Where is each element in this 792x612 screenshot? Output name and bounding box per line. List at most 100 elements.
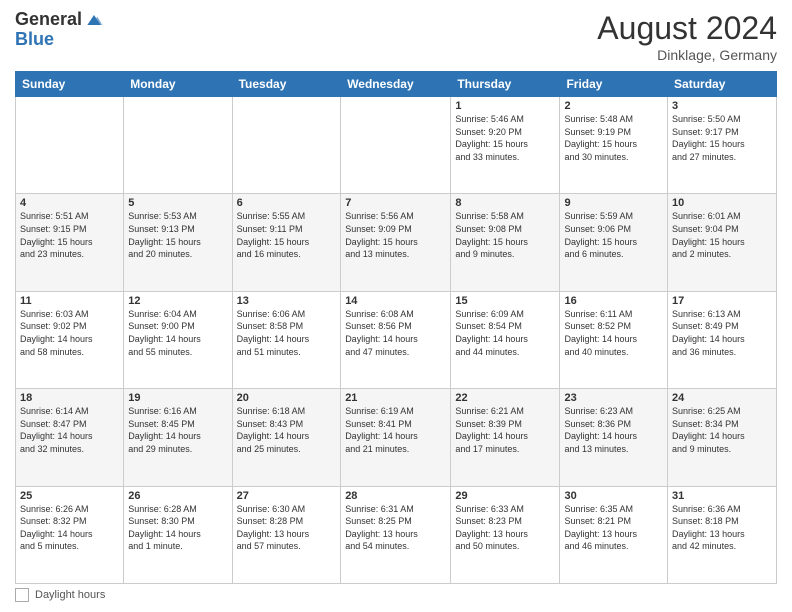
table-row: 2Sunrise: 5:48 AM Sunset: 9:19 PM Daylig… bbox=[560, 97, 668, 194]
day-number: 2 bbox=[564, 100, 663, 112]
table-row: 11Sunrise: 6:03 AM Sunset: 9:02 PM Dayli… bbox=[16, 291, 124, 388]
day-number: 15 bbox=[455, 295, 555, 307]
day-number: 14 bbox=[345, 295, 446, 307]
table-row: 28Sunrise: 6:31 AM Sunset: 8:25 PM Dayli… bbox=[341, 486, 451, 583]
day-number: 5 bbox=[128, 197, 227, 209]
day-info: Sunrise: 6:26 AM Sunset: 8:32 PM Dayligh… bbox=[20, 503, 119, 553]
col-monday: Monday bbox=[124, 72, 232, 97]
table-row: 31Sunrise: 6:36 AM Sunset: 8:18 PM Dayli… bbox=[668, 486, 777, 583]
col-friday: Friday bbox=[560, 72, 668, 97]
table-row: 4Sunrise: 5:51 AM Sunset: 9:15 PM Daylig… bbox=[16, 194, 124, 291]
day-info: Sunrise: 6:25 AM Sunset: 8:34 PM Dayligh… bbox=[672, 405, 772, 455]
table-row: 12Sunrise: 6:04 AM Sunset: 9:00 PM Dayli… bbox=[124, 291, 232, 388]
footer-label: Daylight hours bbox=[35, 589, 105, 601]
day-info: Sunrise: 5:50 AM Sunset: 9:17 PM Dayligh… bbox=[672, 113, 772, 163]
month-year: August 2024 bbox=[597, 10, 777, 47]
table-row: 26Sunrise: 6:28 AM Sunset: 8:30 PM Dayli… bbox=[124, 486, 232, 583]
col-tuesday: Tuesday bbox=[232, 72, 341, 97]
table-row: 22Sunrise: 6:21 AM Sunset: 8:39 PM Dayli… bbox=[451, 389, 560, 486]
day-number: 7 bbox=[345, 197, 446, 209]
calendar-week-row: 11Sunrise: 6:03 AM Sunset: 9:02 PM Dayli… bbox=[16, 291, 777, 388]
logo-blue: Blue bbox=[15, 30, 104, 50]
day-number: 17 bbox=[672, 295, 772, 307]
table-row: 15Sunrise: 6:09 AM Sunset: 8:54 PM Dayli… bbox=[451, 291, 560, 388]
day-info: Sunrise: 6:36 AM Sunset: 8:18 PM Dayligh… bbox=[672, 503, 772, 553]
title-section: August 2024 Dinklage, Germany bbox=[597, 10, 777, 63]
day-info: Sunrise: 6:11 AM Sunset: 8:52 PM Dayligh… bbox=[564, 308, 663, 358]
logo: General Blue bbox=[15, 10, 104, 50]
table-row: 6Sunrise: 5:55 AM Sunset: 9:11 PM Daylig… bbox=[232, 194, 341, 291]
day-number: 12 bbox=[128, 295, 227, 307]
day-number: 27 bbox=[237, 490, 337, 502]
table-row: 23Sunrise: 6:23 AM Sunset: 8:36 PM Dayli… bbox=[560, 389, 668, 486]
day-number: 11 bbox=[20, 295, 119, 307]
day-number: 3 bbox=[672, 100, 772, 112]
table-row: 25Sunrise: 6:26 AM Sunset: 8:32 PM Dayli… bbox=[16, 486, 124, 583]
day-number: 30 bbox=[564, 490, 663, 502]
footer: Daylight hours bbox=[15, 588, 777, 602]
day-info: Sunrise: 5:48 AM Sunset: 9:19 PM Dayligh… bbox=[564, 113, 663, 163]
table-row: 14Sunrise: 6:08 AM Sunset: 8:56 PM Dayli… bbox=[341, 291, 451, 388]
table-row: 3Sunrise: 5:50 AM Sunset: 9:17 PM Daylig… bbox=[668, 97, 777, 194]
day-info: Sunrise: 5:59 AM Sunset: 9:06 PM Dayligh… bbox=[564, 210, 663, 260]
table-row: 24Sunrise: 6:25 AM Sunset: 8:34 PM Dayli… bbox=[668, 389, 777, 486]
table-row bbox=[124, 97, 232, 194]
day-info: Sunrise: 6:16 AM Sunset: 8:45 PM Dayligh… bbox=[128, 405, 227, 455]
col-sunday: Sunday bbox=[16, 72, 124, 97]
col-wednesday: Wednesday bbox=[341, 72, 451, 97]
day-info: Sunrise: 6:14 AM Sunset: 8:47 PM Dayligh… bbox=[20, 405, 119, 455]
day-number: 6 bbox=[237, 197, 337, 209]
table-row: 9Sunrise: 5:59 AM Sunset: 9:06 PM Daylig… bbox=[560, 194, 668, 291]
day-info: Sunrise: 6:21 AM Sunset: 8:39 PM Dayligh… bbox=[455, 405, 555, 455]
page: General Blue August 2024 Dinklage, Germa… bbox=[0, 0, 792, 612]
table-row: 16Sunrise: 6:11 AM Sunset: 8:52 PM Dayli… bbox=[560, 291, 668, 388]
table-row: 7Sunrise: 5:56 AM Sunset: 9:09 PM Daylig… bbox=[341, 194, 451, 291]
table-row: 20Sunrise: 6:18 AM Sunset: 8:43 PM Dayli… bbox=[232, 389, 341, 486]
day-info: Sunrise: 6:18 AM Sunset: 8:43 PM Dayligh… bbox=[237, 405, 337, 455]
calendar-week-row: 1Sunrise: 5:46 AM Sunset: 9:20 PM Daylig… bbox=[16, 97, 777, 194]
calendar-week-row: 4Sunrise: 5:51 AM Sunset: 9:15 PM Daylig… bbox=[16, 194, 777, 291]
day-number: 1 bbox=[455, 100, 555, 112]
day-info: Sunrise: 5:46 AM Sunset: 9:20 PM Dayligh… bbox=[455, 113, 555, 163]
day-number: 20 bbox=[237, 392, 337, 404]
calendar-week-row: 18Sunrise: 6:14 AM Sunset: 8:47 PM Dayli… bbox=[16, 389, 777, 486]
day-number: 28 bbox=[345, 490, 446, 502]
table-row: 1Sunrise: 5:46 AM Sunset: 9:20 PM Daylig… bbox=[451, 97, 560, 194]
table-row: 21Sunrise: 6:19 AM Sunset: 8:41 PM Dayli… bbox=[341, 389, 451, 486]
table-row: 29Sunrise: 6:33 AM Sunset: 8:23 PM Dayli… bbox=[451, 486, 560, 583]
day-number: 26 bbox=[128, 490, 227, 502]
day-number: 9 bbox=[564, 197, 663, 209]
day-number: 22 bbox=[455, 392, 555, 404]
table-row: 17Sunrise: 6:13 AM Sunset: 8:49 PM Dayli… bbox=[668, 291, 777, 388]
day-info: Sunrise: 6:31 AM Sunset: 8:25 PM Dayligh… bbox=[345, 503, 446, 553]
day-number: 4 bbox=[20, 197, 119, 209]
table-row: 18Sunrise: 6:14 AM Sunset: 8:47 PM Dayli… bbox=[16, 389, 124, 486]
day-info: Sunrise: 6:30 AM Sunset: 8:28 PM Dayligh… bbox=[237, 503, 337, 553]
day-info: Sunrise: 6:35 AM Sunset: 8:21 PM Dayligh… bbox=[564, 503, 663, 553]
day-info: Sunrise: 6:01 AM Sunset: 9:04 PM Dayligh… bbox=[672, 210, 772, 260]
day-number: 16 bbox=[564, 295, 663, 307]
day-number: 23 bbox=[564, 392, 663, 404]
table-row: 8Sunrise: 5:58 AM Sunset: 9:08 PM Daylig… bbox=[451, 194, 560, 291]
header: General Blue August 2024 Dinklage, Germa… bbox=[15, 10, 777, 63]
table-row bbox=[232, 97, 341, 194]
day-number: 25 bbox=[20, 490, 119, 502]
table-row bbox=[341, 97, 451, 194]
day-number: 24 bbox=[672, 392, 772, 404]
day-info: Sunrise: 6:09 AM Sunset: 8:54 PM Dayligh… bbox=[455, 308, 555, 358]
day-number: 21 bbox=[345, 392, 446, 404]
logo-icon bbox=[84, 10, 104, 30]
day-info: Sunrise: 6:28 AM Sunset: 8:30 PM Dayligh… bbox=[128, 503, 227, 553]
day-number: 10 bbox=[672, 197, 772, 209]
calendar: Sunday Monday Tuesday Wednesday Thursday… bbox=[15, 71, 777, 584]
day-info: Sunrise: 6:08 AM Sunset: 8:56 PM Dayligh… bbox=[345, 308, 446, 358]
calendar-week-row: 25Sunrise: 6:26 AM Sunset: 8:32 PM Dayli… bbox=[16, 486, 777, 583]
footer-box bbox=[15, 588, 29, 602]
day-number: 8 bbox=[455, 197, 555, 209]
col-saturday: Saturday bbox=[668, 72, 777, 97]
day-info: Sunrise: 5:53 AM Sunset: 9:13 PM Dayligh… bbox=[128, 210, 227, 260]
day-info: Sunrise: 6:13 AM Sunset: 8:49 PM Dayligh… bbox=[672, 308, 772, 358]
table-row: 10Sunrise: 6:01 AM Sunset: 9:04 PM Dayli… bbox=[668, 194, 777, 291]
table-row bbox=[16, 97, 124, 194]
day-number: 18 bbox=[20, 392, 119, 404]
